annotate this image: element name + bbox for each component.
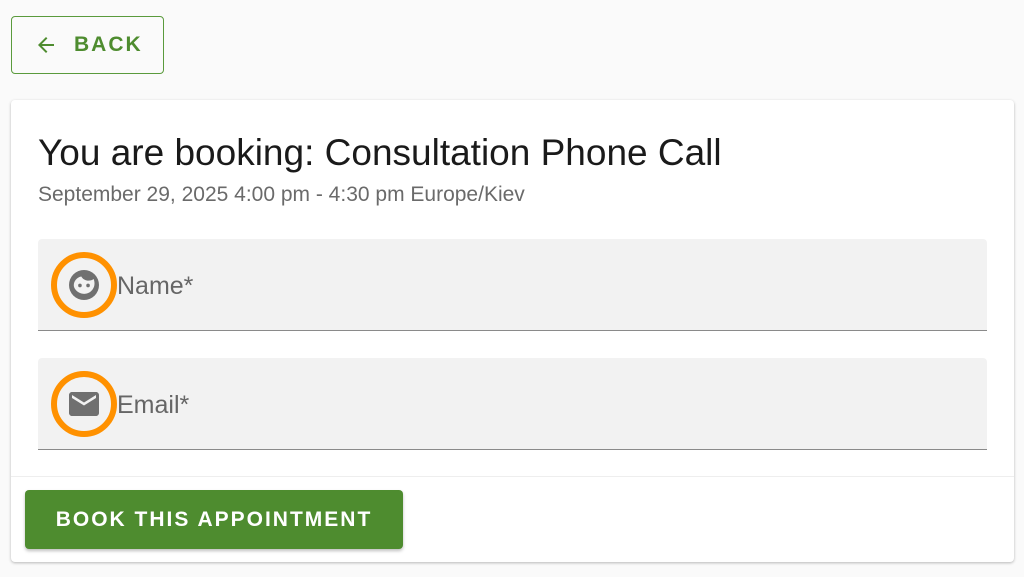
back-button-label: BACK: [74, 33, 143, 56]
book-appointment-label: BOOK THIS APPOINTMENT: [55, 507, 373, 531]
booking-card: You are booking: Consultation Phone Call…: [11, 100, 1014, 562]
name-field[interactable]: Name*: [38, 239, 987, 331]
back-button[interactable]: BACK: [11, 16, 164, 74]
email-field-label: Email*: [117, 391, 190, 419]
email-icon-highlight: [51, 371, 117, 437]
booking-datetime: September 29, 2025 4:00 pm - 4:30 pm Eur…: [38, 183, 525, 206]
name-field-label: Name*: [117, 272, 194, 300]
card-footer-divider: [11, 476, 1014, 477]
arrow-left-icon: [38, 37, 54, 53]
email-field[interactable]: Email*: [38, 358, 987, 450]
name-icon-highlight: [51, 252, 117, 318]
book-appointment-button[interactable]: BOOK THIS APPOINTMENT: [25, 490, 403, 549]
mail-icon: [69, 392, 99, 416]
face-icon: [69, 270, 99, 300]
booking-title: You are booking: Consultation Phone Call: [38, 132, 722, 173]
